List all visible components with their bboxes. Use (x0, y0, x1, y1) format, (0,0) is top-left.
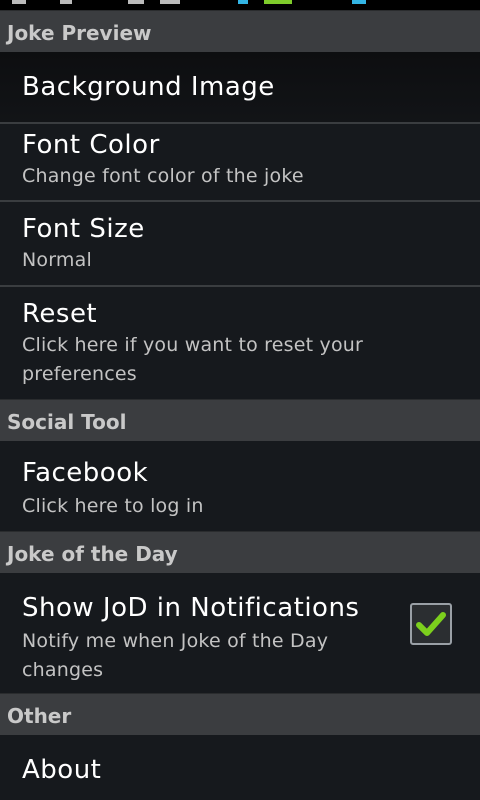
pref-about[interactable]: About (0, 735, 480, 800)
pref-background-image[interactable]: Background Image (0, 52, 480, 124)
pref-summary: Normal (22, 249, 92, 271)
pref-title: About (22, 755, 102, 785)
pref-summary: Change font color of the joke (22, 165, 304, 187)
pref-facebook[interactable]: Facebook Click here to log in (0, 441, 480, 531)
notification-icon (160, 0, 180, 4)
pref-title: Facebook (22, 458, 149, 488)
pref-title: Background Image (22, 72, 275, 102)
notification-icon (128, 0, 144, 4)
section-header-social-tool: Social Tool (0, 399, 480, 441)
battery-icon (352, 0, 366, 4)
section-header-joke-of-the-day: Joke of the Day (0, 531, 480, 573)
pref-summary-line: changes (22, 659, 104, 681)
pref-font-color[interactable]: Font Color Change font color of the joke (0, 124, 480, 202)
bluetooth-icon (238, 0, 248, 4)
pref-show-jod-notifications[interactable]: Show JoD in Notifications Notify me when… (0, 573, 480, 693)
section-header-joke-preview: Joke Preview (0, 10, 480, 52)
pref-font-size[interactable]: Font Size Normal (0, 202, 480, 287)
pref-title: Font Color (22, 130, 160, 160)
status-bar (0, 0, 480, 10)
settings-list: Joke Preview Background Image Font Color… (0, 10, 480, 800)
pref-title: Reset (22, 299, 98, 329)
signal-icon (264, 0, 292, 4)
pref-title: Font Size (22, 214, 145, 244)
pref-summary-line: Click here if you want to reset your (22, 334, 364, 356)
checkmark-icon (416, 612, 446, 636)
pref-summary-line: preferences (22, 363, 137, 385)
notification-icon (60, 0, 72, 4)
pref-reset[interactable]: Reset Click here if you want to reset yo… (0, 287, 480, 399)
pref-summary: Click here to log in (22, 495, 204, 517)
notification-icon (12, 0, 26, 4)
jod-notifications-checkbox[interactable] (410, 603, 452, 645)
section-header-other: Other (0, 693, 480, 735)
